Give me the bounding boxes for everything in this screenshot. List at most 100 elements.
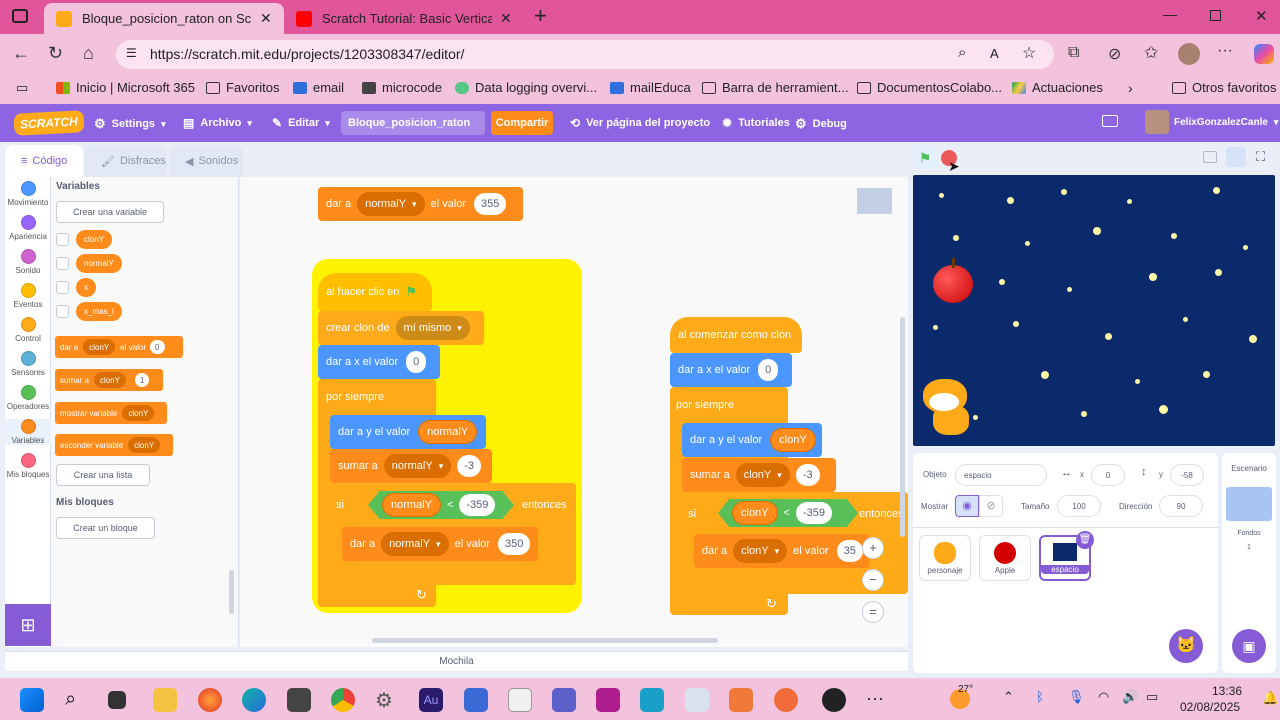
category-sonido[interactable]: Sonido (5, 249, 51, 275)
zoom-reset-button[interactable]: = (862, 601, 884, 623)
set-y-block[interactable]: dar a y el valor clonY (682, 423, 822, 457)
scratch-desktop-icon[interactable] (822, 688, 846, 712)
show-visible-eye-icon[interactable]: ◉ (955, 495, 979, 517)
large-stage-icon[interactable] (1226, 147, 1246, 167)
small-stage-icon[interactable] (1203, 151, 1217, 163)
my-stuff-folder-icon[interactable] (1102, 115, 1118, 127)
see-project-page-button[interactable]: ⟲ Ver página del proyecto (570, 116, 710, 130)
clock-time[interactable]: 13:36 (1212, 684, 1242, 698)
make-block-button[interactable]: Crear un bloque (56, 517, 155, 539)
bluetooth-icon[interactable]: ᛒ (1036, 689, 1044, 704)
file-explorer-icon[interactable] (153, 688, 177, 712)
close-tab-icon[interactable]: ✕ (260, 10, 272, 27)
task-view-icon[interactable] (108, 691, 126, 709)
notepad-icon[interactable] (508, 688, 532, 712)
browser-tab-youtube[interactable]: Scratch Tutorial: Basic Vertical Scr ✕ (284, 3, 524, 34)
windows-start-icon[interactable] (20, 688, 44, 712)
microphone-icon[interactable]: 🎙 (1068, 689, 1085, 705)
variable-reporter-clony[interactable]: clonY (76, 230, 113, 249)
cat-sprite[interactable] (919, 375, 981, 439)
palette-set-variable-block[interactable]: dar a clonY el valor 0 (55, 336, 183, 358)
category-sensores[interactable]: Sensores (5, 351, 51, 377)
power-automate-icon[interactable] (464, 688, 488, 712)
bookmark-email[interactable]: email (293, 80, 344, 95)
close-tab-icon[interactable]: ✕ (500, 10, 512, 27)
stage-canvas[interactable] (913, 175, 1275, 446)
category-variables[interactable]: Variables (5, 419, 51, 445)
make-list-button[interactable]: Crear una lista (56, 464, 150, 486)
bookmarks-more-chevron-icon[interactable]: › (1128, 80, 1133, 96)
notification-bell-icon[interactable]: 🔔 (1262, 690, 1278, 706)
when-flag-clicked-hat-block[interactable]: al hacer clic en ⚑ (318, 273, 432, 311)
backdrop-thumbnail[interactable] (1226, 487, 1272, 521)
change-variable-block[interactable]: sumar aclonY-3 (682, 458, 836, 492)
category-movimiento[interactable]: Movimiento (5, 181, 51, 207)
fullscreen-icon[interactable]: ⛶ (1256, 149, 1265, 165)
category-mis-bloques[interactable]: Mis bloques (5, 453, 51, 479)
variable-checkbox[interactable] (56, 281, 69, 294)
chrome-icon[interactable] (331, 688, 355, 712)
zoom-in-button[interactable]: + (862, 537, 884, 559)
url-bar[interactable]: ☰ https://scratch.mit.edu/projects/12033… (116, 40, 1054, 69)
reload-icon[interactable]: ↻ (48, 43, 63, 64)
variable-checkbox[interactable] (56, 305, 69, 318)
settings-menu[interactable]: ⚙ Settings ▾ (94, 116, 166, 132)
when-start-as-clone-hat-block[interactable]: al comenzar como clon (670, 317, 802, 353)
settings-gear-icon[interactable]: ⚙ (375, 688, 399, 712)
show-hidden-eye-icon[interactable]: ⊘ (979, 495, 1003, 517)
bookmark-mail-educa[interactable]: mailEduca (610, 80, 691, 95)
profile-avatar[interactable] (1178, 43, 1200, 65)
x-position-input[interactable]: 0 (1091, 464, 1125, 486)
restore-icon[interactable] (1210, 10, 1221, 21)
firefox-icon[interactable] (198, 688, 222, 712)
file-menu[interactable]: ▤ Archivo ▾ (183, 116, 252, 130)
horizontal-scrollbar[interactable] (372, 638, 718, 643)
read-aloud-icon[interactable]: A (990, 46, 999, 61)
copilot-icon[interactable] (1254, 44, 1274, 64)
less-than-operator[interactable]: clonY < -359 (718, 499, 858, 527)
audition-icon[interactable]: Au (419, 688, 443, 712)
bookmark-microsoft365[interactable]: Inicio | Microsoft 365 (56, 80, 195, 95)
tutorials-button[interactable]: ✹ Tutoriales (722, 116, 790, 130)
onenote-like-icon[interactable] (596, 688, 620, 712)
tool-app-icon[interactable] (729, 688, 753, 712)
palette-scrollbar[interactable] (229, 570, 234, 614)
set-x-block[interactable]: dar a x el valor 0 (670, 353, 792, 387)
minimize-icon[interactable]: — (1163, 6, 1177, 22)
change-variable-block[interactable]: sumar anormalY-3 (330, 449, 492, 483)
edit-menu[interactable]: ✎ Editar ▾ (272, 116, 330, 130)
less-than-operator[interactable]: normalY < -359 (368, 491, 514, 519)
choose-sprite-button[interactable]: 🐱 (1169, 629, 1203, 663)
size-input[interactable]: 100 (1057, 495, 1101, 517)
set-variable-block[interactable]: dar anormalYel valor355 (318, 187, 523, 221)
teams-icon[interactable] (552, 688, 576, 712)
vertical-scrollbar[interactable] (900, 317, 905, 537)
add-extension-button[interactable]: ⊞ (5, 604, 51, 646)
y-position-input[interactable]: -58 (1170, 464, 1204, 486)
bookmark-barra[interactable]: Barra de herramient... (702, 80, 848, 95)
variable-reporter-normaly[interactable]: normalY (76, 254, 122, 273)
bookmark-favoritos[interactable]: Favoritos (206, 80, 279, 95)
browser-tab-scratch-editor[interactable]: Bloque_posicion_raton on Scratch ✕ (44, 3, 284, 34)
sprite-thumb-apple[interactable]: Apple (979, 535, 1031, 581)
wifi-icon[interactable]: ◠ (1098, 689, 1109, 705)
delete-sprite-icon[interactable]: 🗑 (1076, 531, 1094, 549)
set-variable-block[interactable]: dar aclonYel valor35 (694, 534, 870, 568)
share-button[interactable]: Compartir (491, 111, 553, 135)
set-x-block[interactable]: dar a x el valor 0 (318, 345, 440, 379)
ghost-app-icon[interactable] (685, 688, 709, 712)
tab-code[interactable]: ≡ Código (5, 145, 83, 177)
palette-hide-variable-block[interactable]: esconder variable clonY (55, 434, 173, 456)
extensions-icon[interactable]: ⧉ (1068, 44, 1079, 62)
more-menu-icon[interactable]: ··· (1217, 42, 1233, 60)
bookmark-data-logging[interactable]: Data logging overvi... (455, 80, 597, 95)
back-icon[interactable]: ← (12, 43, 30, 64)
debug-button[interactable]: ⚙ Debug (795, 116, 847, 132)
home-icon[interactable]: ⌂ (83, 43, 94, 64)
split-screen-icon[interactable]: ⊘ (1108, 44, 1121, 64)
favorites-icon[interactable]: ✩ (1144, 43, 1158, 63)
more-apps-icon[interactable]: ··· (866, 688, 890, 712)
variable-reporter-x[interactable]: x (76, 278, 96, 297)
choose-backdrop-button[interactable]: ▣ (1232, 629, 1266, 663)
category-eventos[interactable]: Eventos (5, 283, 51, 309)
